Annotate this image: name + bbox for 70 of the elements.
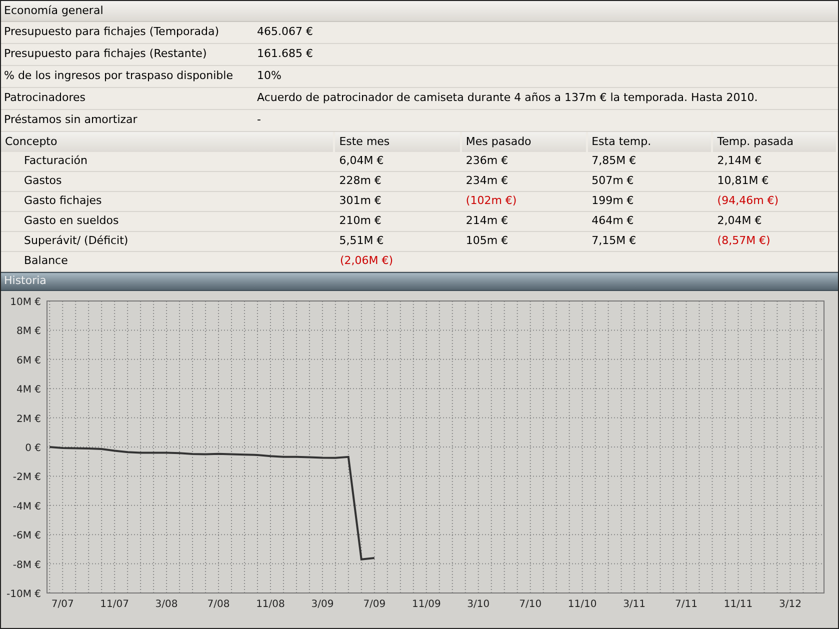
section-header: Historia [1, 272, 838, 291]
table-cell: (102m €) [466, 194, 517, 208]
column-header[interactable]: Mes pasado [462, 132, 588, 152]
y-axis-label: -10M € [6, 589, 41, 600]
x-axis-label: 11/08 [256, 599, 285, 610]
table-cell: 507m € [592, 174, 634, 188]
table-cell: 234m € [466, 174, 508, 188]
x-axis-label: 7/08 [207, 599, 230, 610]
y-axis-label: -2M € [12, 472, 41, 484]
field-label: Patrocinadores [3, 90, 87, 106]
table-cell: 464m € [592, 214, 634, 228]
table-cell: 228m € [339, 174, 382, 188]
table-cell: 2,04M € [717, 214, 762, 228]
table-cell: 210m € [339, 214, 382, 228]
table-cell: 7,85M € [592, 154, 636, 168]
table-cell: 7,15M € [592, 234, 636, 248]
field-label: % de los ingresos por traspaso disponible [3, 68, 234, 84]
column-header[interactable]: Temp. pasada [713, 132, 838, 152]
x-axis-label: 11/07 [100, 599, 129, 610]
table-cell: Superávit/ (Déficit) [24, 234, 128, 248]
y-axis-label: -8M € [12, 560, 41, 571]
x-axis-label: 11/09 [412, 599, 441, 610]
table-cell: 199m € [592, 194, 634, 208]
table-cell: Balance [24, 254, 68, 268]
x-axis-label: 3/09 [311, 599, 334, 610]
x-axis-label: 3/12 [778, 599, 802, 610]
x-axis-label: 3/08 [155, 599, 178, 610]
y-axis-label: -6M € [12, 530, 41, 542]
table-cell: (2,06M €) [340, 254, 394, 268]
x-axis-label: 7/10 [519, 599, 542, 610]
table-cell: 301m € [339, 194, 382, 208]
column-header[interactable]: Este mes [335, 132, 462, 152]
column-header[interactable]: Esta temp. [588, 132, 714, 152]
table-cell: Gasto en sueldos [24, 214, 119, 228]
table-cell: Gastos [24, 174, 62, 188]
field-label: Presupuesto para fichajes (Restante) [3, 46, 208, 62]
field-label: Préstamos sin amortizar [3, 112, 138, 128]
column-header[interactable]: Concepto [1, 132, 336, 152]
x-axis-label: 3/10 [467, 599, 490, 610]
y-axis-label: 8M € [16, 326, 41, 338]
x-axis-label: 7/09 [363, 599, 386, 610]
table-cell: 10,81M € [717, 174, 769, 188]
y-axis-label: 2M € [16, 414, 41, 425]
table-cell: 105m € [466, 234, 508, 248]
x-axis-label: 7/11 [675, 599, 698, 610]
y-axis-label: -4M € [12, 501, 41, 512]
table-cell: Facturación [24, 154, 88, 168]
field-value: 161.685 € [257, 46, 313, 62]
table-cell: 214m € [466, 214, 508, 228]
table-cell: (8,57M €) [717, 234, 770, 248]
field-label: Presupuesto para fichajes (Temporada) [3, 24, 220, 40]
x-axis-label: 11/10 [568, 599, 597, 610]
table-cell: 5,51M € [339, 234, 384, 248]
table-cell: 236m € [466, 154, 508, 168]
table-cell: 6,04M € [339, 154, 384, 168]
y-axis-label: 6M € [16, 355, 41, 366]
table-cell: Gasto fichajes [24, 194, 102, 208]
section-header: Economía general [1, 1, 838, 22]
y-axis-label: 10M € [10, 297, 41, 308]
y-axis-label: 4M € [16, 384, 41, 396]
x-axis-label: 7/07 [51, 599, 74, 610]
table-cell: 2,14M € [717, 154, 762, 168]
field-value: - [257, 112, 261, 128]
field-value: 10% [257, 68, 282, 84]
table-cell: (94,46m €) [717, 194, 779, 208]
field-value: 465.067 € [257, 24, 313, 40]
x-axis-label: 3/11 [623, 599, 646, 610]
y-axis-label: 0 € [25, 443, 41, 454]
x-axis-label: 11/11 [724, 599, 753, 610]
field-value: Acuerdo de patrocinador de camiseta durante 4 años a 137m € la temporada. Hasta 2010. [257, 90, 758, 106]
